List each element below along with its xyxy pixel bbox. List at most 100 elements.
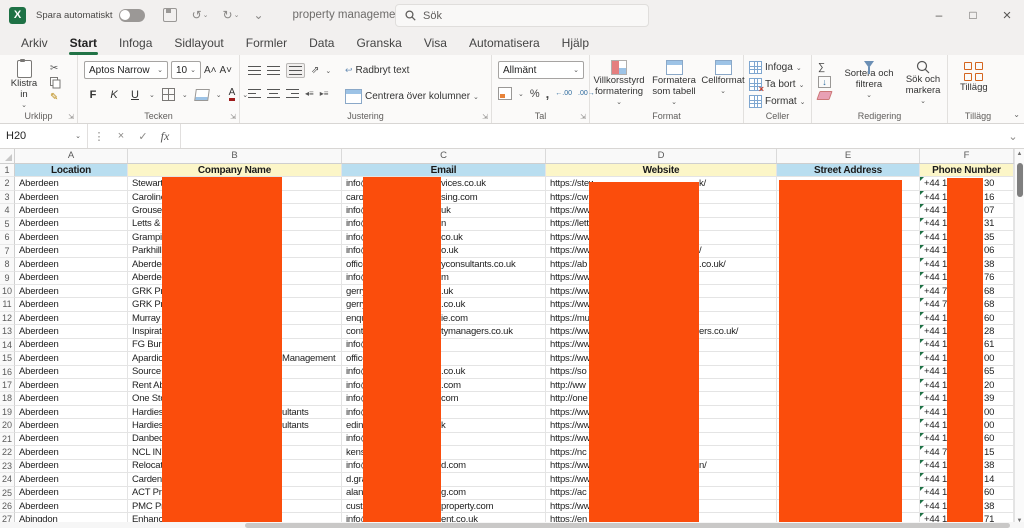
row-number[interactable]: 4 [0,204,15,217]
underline-button[interactable]: U [128,89,142,101]
font-size-select[interactable]: 10⌄ [171,61,201,79]
location-cell[interactable]: Aberdeen [15,272,128,285]
header-cell[interactable]: Website [546,164,777,177]
align-left-icon[interactable] [248,89,261,98]
decrease-indent-icon[interactable]: ◂≡ [305,89,314,98]
dialog-launcher-icon[interactable]: ⇲ [482,113,488,121]
orientation-icon[interactable]: ⇗ [311,65,319,76]
increase-font-icon[interactable]: A˄ [204,65,217,76]
insert-function-icon[interactable]: fx [154,129,176,144]
header-cell[interactable]: Email [342,164,546,177]
copy-icon[interactable] [50,77,61,89]
header-cell[interactable]: Company Name [128,164,342,177]
wrap-text-button[interactable]: ↩ Radbryt text [345,65,409,76]
row-number[interactable]: 11 [0,298,15,311]
tab-visa[interactable]: Visa [413,32,458,54]
customize-quick-access-button[interactable]: ⌄ [253,8,263,22]
location-cell[interactable]: Aberdeen [15,500,128,513]
row-number[interactable]: 21 [0,433,15,446]
location-cell[interactable]: Aberdeen [15,177,128,190]
borders-icon[interactable] [162,88,175,101]
row-number[interactable]: 2 [0,177,15,190]
increase-indent-icon[interactable]: ▸≡ [320,89,329,98]
location-cell[interactable]: Aberdeen [15,245,128,258]
location-cell[interactable]: Aberdeen [15,204,128,217]
location-cell[interactable]: Aberdeen [15,406,128,419]
cancel-icon[interactable]: × [110,130,132,142]
italic-button[interactable]: K [107,89,121,101]
row-number[interactable]: 14 [0,339,15,352]
comma-style-icon[interactable]: , [546,86,550,101]
dialog-launcher-icon[interactable]: ⇲ [68,113,74,121]
column-header-F[interactable]: F [920,149,1014,163]
formula-input[interactable] [180,124,1002,148]
row-number[interactable]: 20 [0,419,15,432]
delete-cells-button[interactable]: ×Ta bort⌄ [749,78,804,91]
location-cell[interactable]: Aberdeen [15,258,128,271]
bold-button[interactable]: F [86,89,100,101]
insert-cells-button[interactable]: Infoga⌄ [749,61,802,74]
row-number[interactable]: 18 [0,392,15,405]
row-number[interactable]: 9 [0,272,15,285]
row-number[interactable]: 8 [0,258,15,271]
row-number[interactable]: 10 [0,285,15,298]
tab-sidlayout[interactable]: Sidlayout [163,32,234,54]
row-number[interactable]: 26 [0,500,15,513]
tab-infoga[interactable]: Infoga [108,32,163,54]
sort-filter-button[interactable]: Sortera och filtrera ⌄ [840,61,898,101]
header-cell[interactable]: Street Address [777,164,920,177]
align-middle-icon[interactable] [267,66,280,75]
location-cell[interactable]: Aberdeen [15,487,128,500]
location-cell[interactable]: Aberdeen [15,218,128,231]
column-header-A[interactable]: A [15,149,128,163]
minimize-button[interactable]: – [922,0,956,30]
header-cell[interactable]: Phone Number [920,164,1014,177]
header-cell[interactable]: Location [15,164,128,177]
row-number[interactable]: 15 [0,352,15,365]
location-cell[interactable]: Aberdeen [15,433,128,446]
location-cell[interactable]: Aberdeen [15,473,128,486]
location-cell[interactable]: Aberdeen [15,392,128,405]
accounting-format-icon[interactable] [498,87,512,100]
location-cell[interactable]: Aberdeen [15,325,128,338]
column-header-C[interactable]: C [342,149,546,163]
row-number[interactable]: 12 [0,312,15,325]
increase-decimal-icon[interactable]: ←.00 [555,90,572,97]
row-number[interactable]: 1 [0,164,15,177]
collapse-ribbon-icon[interactable]: ⌄ [1013,110,1020,119]
location-cell[interactable]: Aberdeen [15,446,128,459]
format-as-table-button[interactable]: Formatera som tabell ⌄ [648,60,700,108]
conditional-formatting-button[interactable]: Villkorsstyrd formatering ⌄ [592,60,646,108]
tab-formler[interactable]: Formler [235,32,298,54]
expand-formula-bar-icon[interactable]: ⌄ [1002,130,1024,143]
location-cell[interactable]: Aberdeen [15,285,128,298]
location-cell[interactable]: Aberdeen [15,191,128,204]
tab-granska[interactable]: Granska [345,32,412,54]
maximize-button[interactable]: □ [956,0,990,30]
find-select-button[interactable]: Sök och markera ⌄ [900,60,946,107]
location-cell[interactable]: Aberdeen [15,379,128,392]
row-number[interactable]: 3 [0,191,15,204]
tab-arkiv[interactable]: Arkiv [10,32,59,54]
close-button[interactable]: × [990,0,1024,30]
percent-style-icon[interactable]: % [530,88,540,100]
align-right-icon[interactable] [286,89,299,98]
row-number[interactable]: 16 [0,366,15,379]
save-icon[interactable] [163,8,177,22]
align-top-icon[interactable] [248,66,261,75]
search-input[interactable]: Sök [395,4,649,27]
column-header-E[interactable]: E [777,149,920,163]
location-cell[interactable]: Aberdeen [15,460,128,473]
cut-icon[interactable]: ✂ [50,63,61,74]
tab-data[interactable]: Data [298,32,345,54]
enter-icon[interactable]: ✓ [132,130,154,143]
fill-icon[interactable]: ↓ [818,76,831,88]
tab-hjälp[interactable]: Hjälp [551,32,600,54]
row-number[interactable]: 22 [0,446,15,459]
row-number[interactable]: 23 [0,460,15,473]
column-header-D[interactable]: D [546,149,777,163]
autosave-toggle[interactable] [119,9,145,22]
dialog-launcher-icon[interactable]: ⇲ [230,113,236,121]
autosum-icon[interactable]: ∑ [818,62,831,73]
location-cell[interactable]: Aberdeen [15,231,128,244]
